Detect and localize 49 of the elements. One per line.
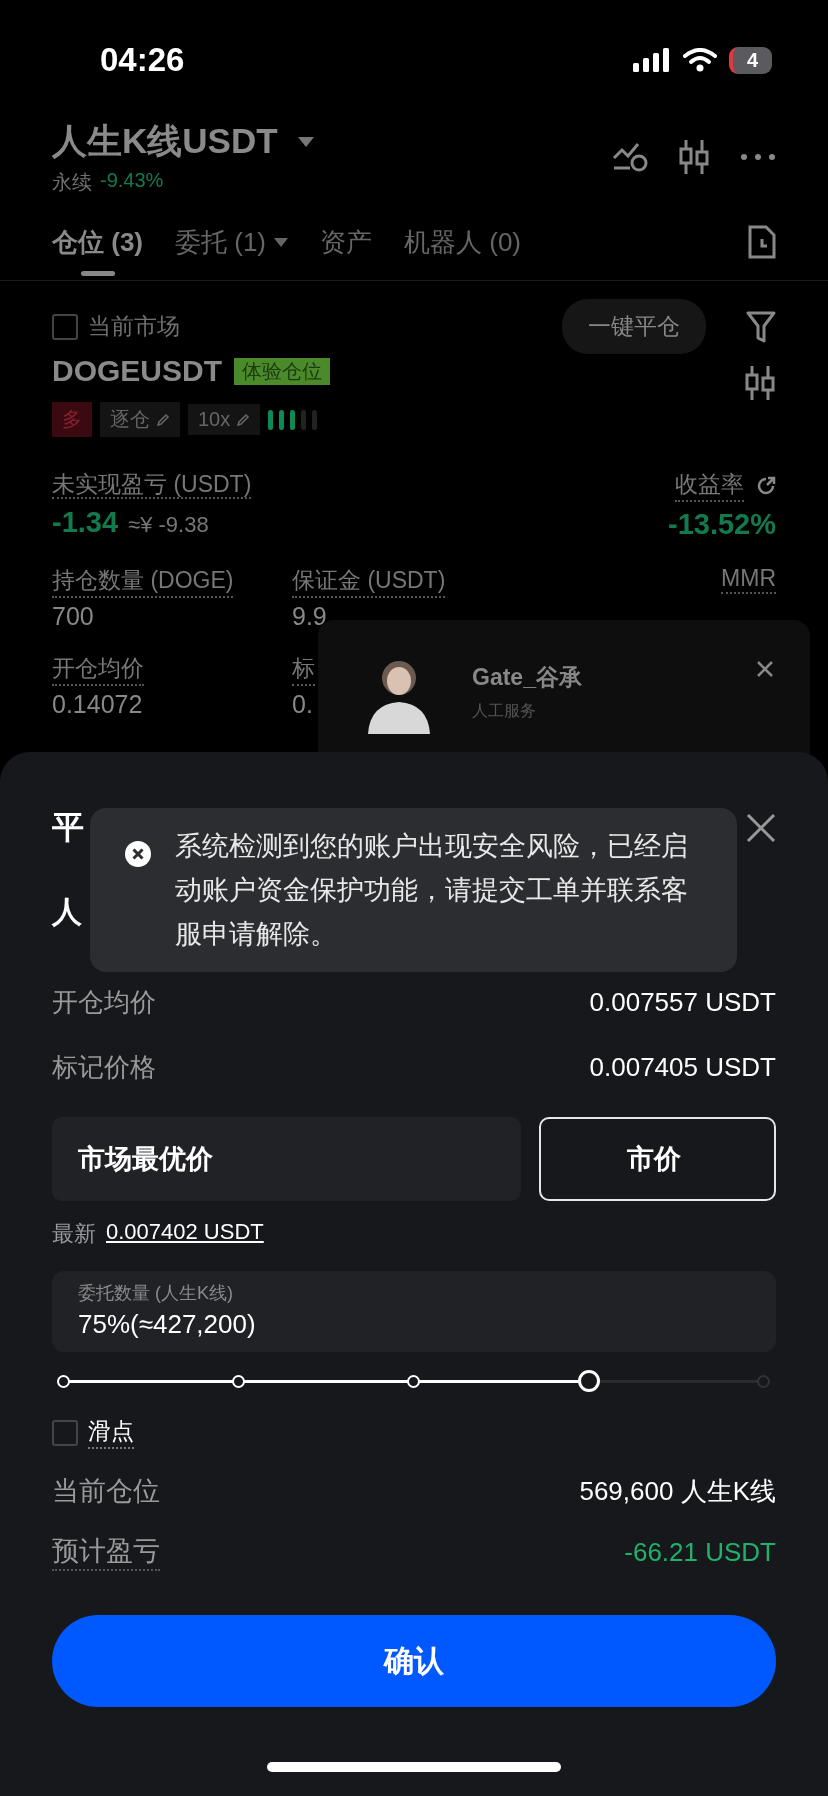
close-all-button[interactable]: 一键平仓 (562, 299, 706, 354)
row-label: 开仓均价 (52, 986, 156, 1019)
summary-value: 569,600 人生K线 (579, 1474, 776, 1508)
stat-label: MMR (721, 565, 776, 594)
sheet-title: 平 (52, 808, 84, 847)
amount-field[interactable]: 委托数量 (人生K线) 75%(≈427,200) (52, 1271, 776, 1352)
checkbox-label: 当前市场 (88, 312, 180, 341)
leverage-button[interactable]: 10x (188, 404, 261, 435)
battery-indicator: 4 (728, 46, 772, 74)
latest-price-link[interactable]: 0.007402 USDT (106, 1219, 264, 1249)
sheet-symbol: 人 (52, 894, 82, 930)
margin-mode-button[interactable]: 逐仓 (100, 402, 180, 437)
stat-value: 700 (52, 602, 94, 631)
stat-label: 标 (292, 653, 315, 686)
position-symbol: DOGEUSDT (52, 354, 222, 388)
toast-message: 系统检测到您的账户出现安全风险，已经启动账户资金保护功能，请提交工单并联系客服申请解除。 (175, 830, 689, 951)
stat-label: 开仓均价 (52, 653, 144, 686)
checkbox-label: 滑点 (88, 1416, 134, 1449)
roe-value: -13.52% (668, 508, 776, 541)
roe-label: 收益率 (675, 469, 744, 502)
summary-value: -66.21 USDT (624, 1536, 776, 1568)
price-change: -9.43% (100, 169, 164, 193)
unrealized-pnl: -1.34 (52, 506, 119, 539)
trial-tag: 体验仓位 (234, 357, 330, 385)
pnl-cny: ≈¥ -9.38 (128, 512, 209, 538)
stat-value: 0.14072 (52, 690, 143, 719)
price-type-button[interactable]: 市价 (538, 1117, 776, 1201)
latest-label: 最新 (52, 1220, 96, 1248)
price-type-button[interactable]: 市场最优价 (52, 1117, 521, 1201)
agent-name: Gate_谷承 (472, 663, 582, 692)
tab[interactable]: 仓位 (3) (52, 224, 143, 278)
row-label: 标记价格 (52, 1051, 156, 1084)
stat-label: 持仓数量 (DOGE) (52, 565, 234, 598)
summary-label: 预计盈亏 (52, 1533, 160, 1571)
contract-type: 永续 (52, 170, 92, 195)
status-time: 04:26 (100, 41, 185, 79)
tab[interactable]: 资产 (320, 224, 372, 278)
confirm-button[interactable]: 确认 (52, 1615, 776, 1707)
side-tag: 多 (52, 402, 92, 437)
stat-value: 0. (292, 690, 313, 719)
row-value: 0.007557 USDT (589, 987, 776, 1018)
tab[interactable]: 机器人 (0) (404, 224, 521, 278)
agent-role: 人工服务 (472, 701, 537, 721)
stat-label: 保证金 (USDT) (292, 565, 446, 598)
tab[interactable]: 委托 (1) (175, 224, 288, 278)
market-title[interactable]: 人生K线USDT (52, 118, 278, 165)
row-value: 0.007405 USDT (589, 1052, 776, 1083)
summary-label: 当前仓位 (52, 1475, 160, 1508)
pnl-label: 未实现盈亏 (USDT) (52, 471, 252, 499)
